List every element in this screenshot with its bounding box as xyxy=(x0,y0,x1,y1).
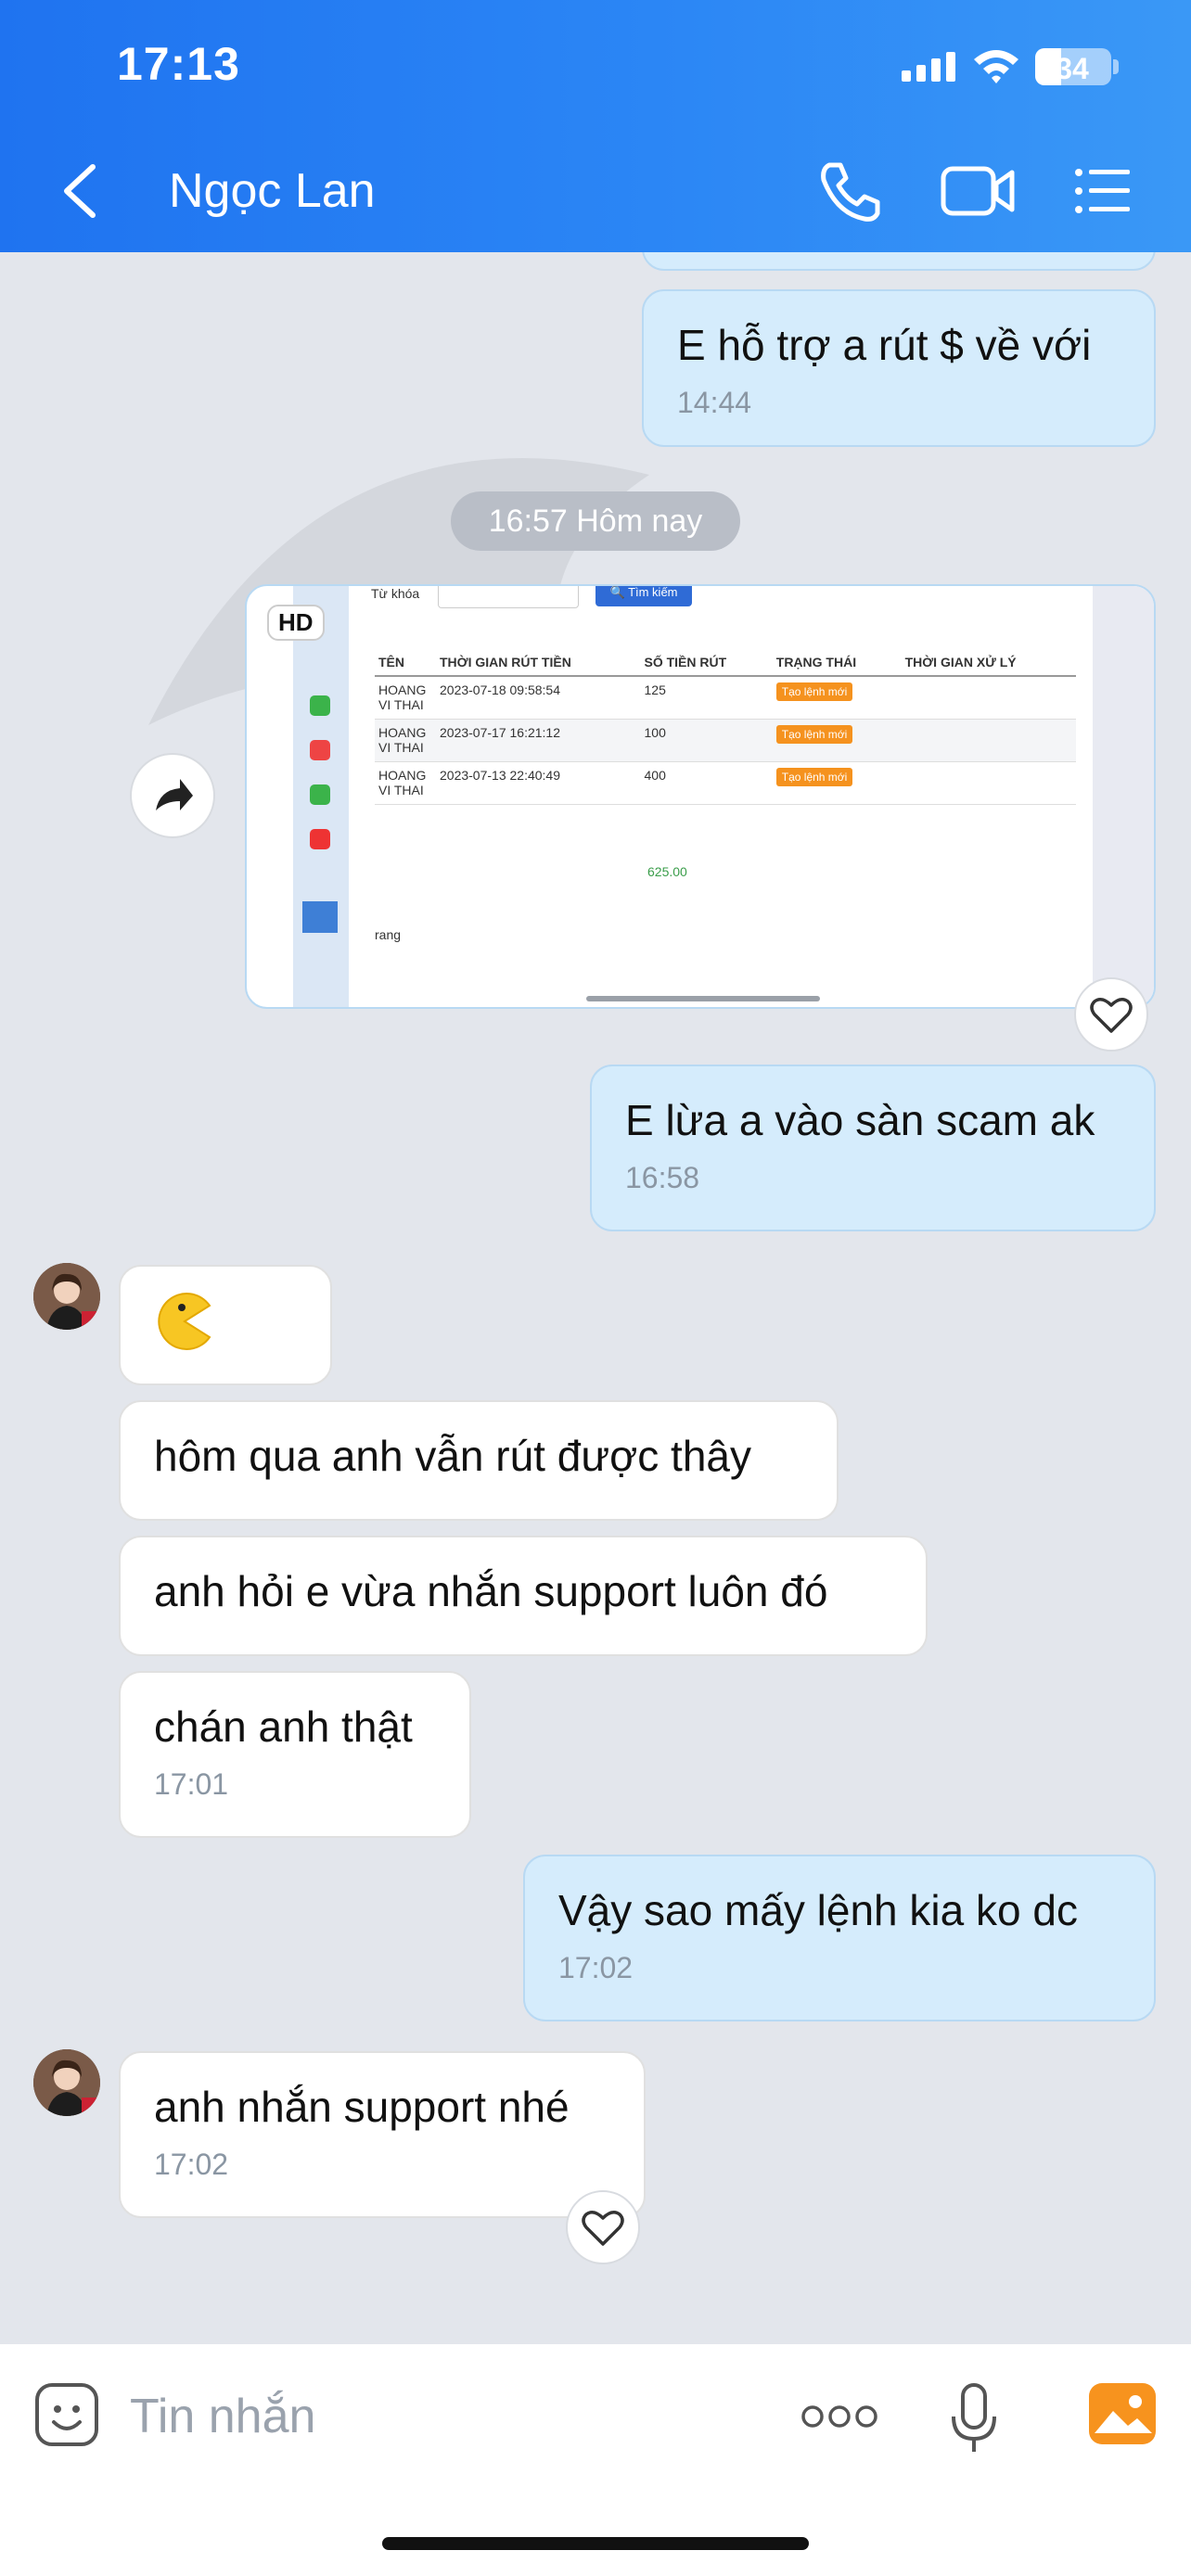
message-time: 17:01 xyxy=(154,1767,229,1801)
message-time: 14:44 xyxy=(677,386,752,419)
message-bubble-incoming[interactable]: anh nhắn support nhé 17:02 xyxy=(119,2051,646,2218)
cell-processed xyxy=(901,676,1076,720)
message-bubble-outgoing[interactable]: E lừa a vào sàn scam ak 16:58 xyxy=(590,1065,1156,1231)
message-time: 17:02 xyxy=(558,1951,634,1984)
keyword-label: Từ khóa xyxy=(371,586,420,601)
contact-avatar[interactable] xyxy=(33,2049,100,2116)
table-header-row: TÊN THỜI GIAN RÚT TIỀN SỐ TIỀN RÚT TRẠNG… xyxy=(375,649,1076,677)
phone-call-icon[interactable] xyxy=(816,159,881,224)
cell-status: Tạo lệnh mới xyxy=(772,676,902,720)
sidebar-user-icon xyxy=(310,695,330,716)
contact-name[interactable]: Ngọc Lan xyxy=(169,163,376,219)
back-button[interactable] xyxy=(56,158,104,224)
cell-amount: 100 xyxy=(640,719,773,762)
heart-icon xyxy=(1090,998,1133,1033)
message-bubble-incoming[interactable] xyxy=(119,1265,332,1385)
share-arrow-icon xyxy=(156,779,193,810)
column-header: SỐ TIỀN RÚT xyxy=(640,649,773,677)
avatar-image xyxy=(33,1263,100,1330)
cell-name: HOANG VI THAI xyxy=(375,761,436,805)
more-options-icon[interactable] xyxy=(800,2400,879,2433)
battery-percent: 34 xyxy=(1056,52,1089,85)
cell-time: 2023-07-17 16:21:12 xyxy=(436,719,641,762)
heart-icon xyxy=(582,2211,624,2246)
menu-icon[interactable] xyxy=(1074,167,1132,215)
image-scrollbar xyxy=(586,996,820,1001)
message-time: 16:58 xyxy=(625,1161,700,1194)
date-separator: 16:57 Hôm nay xyxy=(451,491,740,551)
message-bubble-incoming[interactable]: chán anh thật 17:01 xyxy=(119,1671,471,1838)
message-bubble-outgoing[interactable]: Vậy sao mấy lệnh kia ko dc 17:02 xyxy=(523,1855,1156,2021)
column-header: TRẠNG THÁI xyxy=(772,649,902,677)
table-row: HOANG VI THAI 2023-07-18 09:58:54 125 Tạ… xyxy=(375,676,1076,720)
message-text: E lừa a vào sàn scam ak xyxy=(625,1096,1095,1144)
avatar-image xyxy=(33,2049,100,2116)
message-input-bar xyxy=(0,2344,1191,2576)
sidebar-block xyxy=(302,901,338,933)
screenshot-right-edge xyxy=(1093,586,1154,1007)
column-header: TÊN xyxy=(375,649,436,677)
sidebar-bank-icon xyxy=(310,784,330,805)
message-text: E hỗ trợ a rút $ về với xyxy=(677,321,1092,369)
cell-time: 2023-07-18 09:58:54 xyxy=(436,676,641,720)
column-header: THỜI GIAN RÚT TIỀN xyxy=(436,649,641,677)
message-bubble-incoming[interactable]: hôm qua anh vẫn rút được thây xyxy=(119,1400,839,1521)
hd-badge: HD xyxy=(267,605,325,641)
sidebar-money-icon xyxy=(310,829,330,849)
sticker-icon[interactable] xyxy=(33,2381,100,2448)
keyword-input xyxy=(438,586,579,608)
status-tag: Tạo lệnh mới xyxy=(775,767,853,786)
search-button: 🔍 Tìm kiếm xyxy=(596,585,692,606)
cell-status: Tạo lệnh mới xyxy=(772,719,902,762)
search-button-label: Tìm kiếm xyxy=(628,585,678,599)
cellular-signal-icon xyxy=(902,52,955,82)
column-header: THỜI GIAN XỬ LÝ xyxy=(901,649,1076,677)
sidebar-card-icon xyxy=(310,740,330,760)
contact-avatar[interactable] xyxy=(33,1263,100,1330)
page-footer-text: rang xyxy=(375,927,402,942)
cell-time: 2023-07-13 22:40:49 xyxy=(436,761,641,805)
status-tag: Tạo lệnh mới xyxy=(775,682,853,701)
video-call-icon[interactable] xyxy=(941,163,1015,219)
table-row: HOANG VI THAI 2023-07-13 22:40:49 400 Tạ… xyxy=(375,761,1076,805)
cell-amount: 125 xyxy=(640,676,773,720)
cell-name: HOANG VI THAI xyxy=(375,676,436,720)
photo-gallery-icon[interactable] xyxy=(1087,2381,1158,2446)
share-button[interactable] xyxy=(130,753,215,838)
cell-name: HOANG VI THAI xyxy=(375,719,436,762)
pacman-emoji-icon xyxy=(158,1293,211,1350)
image-message[interactable]: HD Từ khóa 🔍 Tìm kiếm TÊN THỜI GIAN RÚT … xyxy=(245,584,1156,1009)
message-bubble-partial xyxy=(642,252,1156,271)
search-icon: 🔍 xyxy=(609,585,625,599)
battery-nub xyxy=(1113,59,1119,74)
screenshot-sidebar xyxy=(293,586,349,1007)
message-time: 17:02 xyxy=(154,2148,229,2181)
chat-header: 17:13 34 Ngọc Lan xyxy=(0,0,1191,252)
cell-amount: 400 xyxy=(640,761,773,805)
like-button[interactable] xyxy=(1074,977,1148,1052)
wifi-icon xyxy=(974,50,1018,83)
message-bubble-outgoing[interactable]: E hỗ trợ a rút $ về với 14:44 xyxy=(642,289,1156,447)
microphone-icon[interactable] xyxy=(950,2381,998,2455)
total-amount: 625.00 xyxy=(647,864,687,879)
home-indicator xyxy=(382,2537,809,2550)
cell-processed xyxy=(901,761,1076,805)
chat-area[interactable]: E hỗ trợ a rút $ về với 14:44 16:57 Hôm … xyxy=(0,252,1191,2344)
message-text: chán anh thật xyxy=(154,1702,413,1751)
message-text: Vậy sao mấy lệnh kia ko dc xyxy=(558,1886,1078,1934)
cell-status: Tạo lệnh mới xyxy=(772,761,902,805)
message-text: hôm qua anh vẫn rút được thây xyxy=(154,1432,751,1480)
message-input[interactable] xyxy=(130,2385,686,2448)
cell-processed xyxy=(901,719,1076,762)
message-bubble-incoming[interactable]: anh hỏi e vừa nhắn support luôn đó xyxy=(119,1536,928,1656)
status-tag: Tạo lệnh mới xyxy=(775,724,853,744)
message-text: anh nhắn support nhé xyxy=(154,2083,570,2131)
battery-indicator: 34 xyxy=(1035,48,1111,85)
status-time: 17:13 xyxy=(117,38,240,90)
withdrawal-table: TÊN THỜI GIAN RÚT TIỀN SỐ TIỀN RÚT TRẠNG… xyxy=(375,649,1076,805)
message-text: anh hỏi e vừa nhắn support luôn đó xyxy=(154,1567,828,1615)
like-button[interactable] xyxy=(566,2190,640,2264)
table-row: HOANG VI THAI 2023-07-17 16:21:12 100 Tạ… xyxy=(375,719,1076,762)
